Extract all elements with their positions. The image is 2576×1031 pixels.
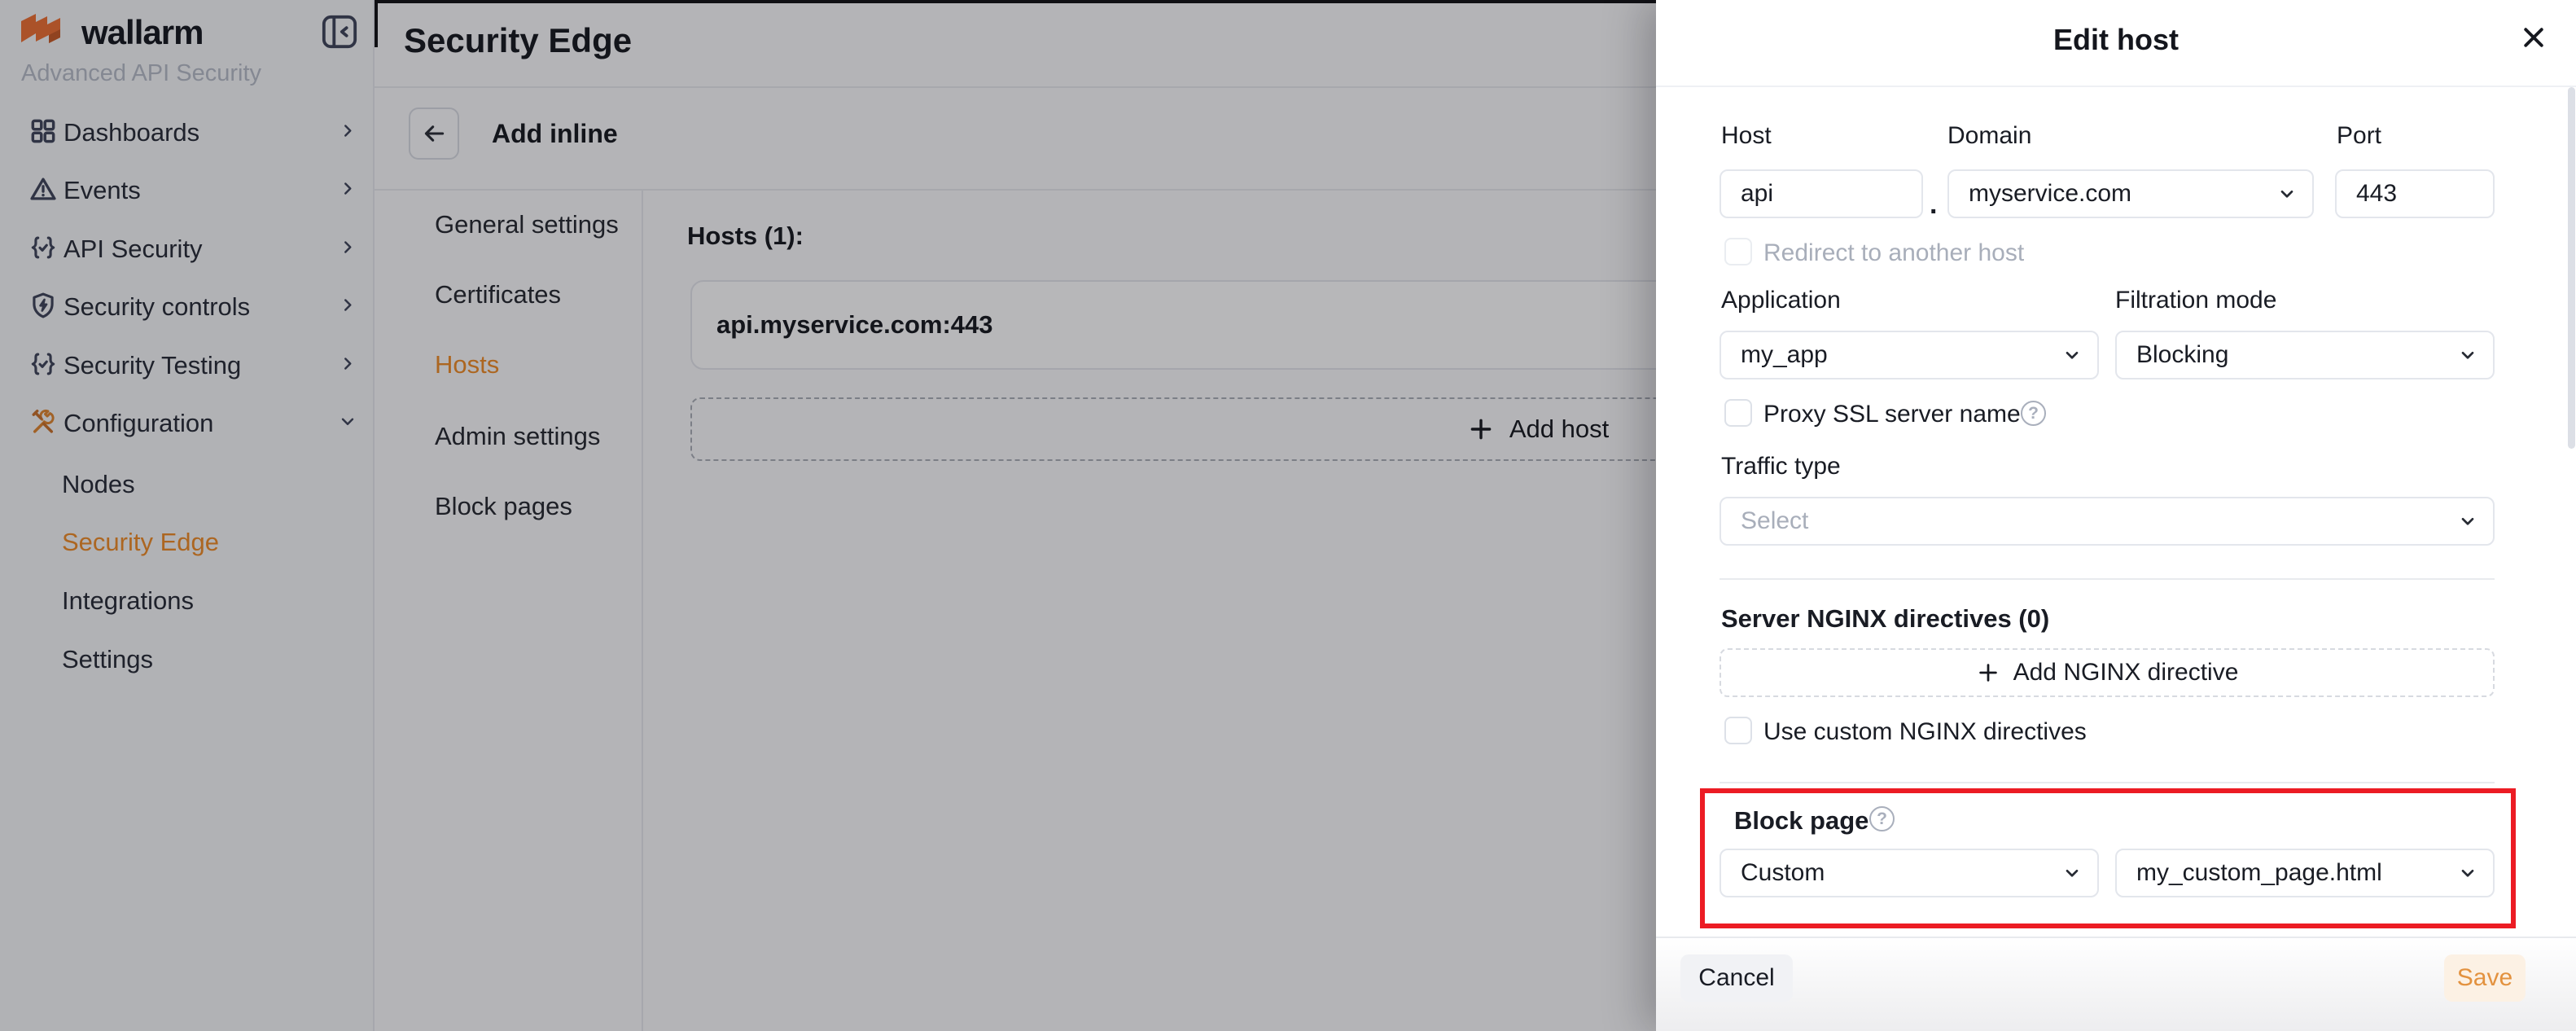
close-icon (2519, 23, 2548, 52)
block-page-file-select[interactable]: my_custom_page.html (2115, 849, 2495, 897)
domain-select[interactable]: myservice.com (1947, 169, 2314, 218)
chevron-down-icon (2276, 183, 2298, 204)
filtration-mode-value: Blocking (2136, 341, 2228, 369)
app-window: wallarm Advanced API Security Dashboards… (0, 0, 2576, 1031)
modal-footer: Cancel Save (1656, 937, 2576, 1031)
help-icon[interactable]: ? (2021, 401, 2046, 426)
add-nginx-directive-button[interactable]: Add NGINX directive (1720, 648, 2495, 697)
traffic-type-placeholder: Select (1741, 507, 1808, 535)
application-label: Application (1721, 287, 1841, 314)
block-page-type-value: Custom (1741, 859, 1825, 887)
use-custom-nginx-label: Use custom NGINX directives (1763, 718, 2087, 746)
chevron-down-icon (2061, 344, 2083, 366)
add-nginx-directive-label: Add NGINX directive (2013, 659, 2239, 687)
help-icon[interactable]: ? (1869, 806, 1895, 831)
host-value: api (1741, 180, 1773, 208)
plus-icon (1976, 660, 2000, 685)
redirect-checkbox[interactable] (1724, 238, 1752, 265)
nginx-directives-heading: Server NGINX directives (0) (1721, 604, 2049, 634)
domain-label: Domain (1947, 122, 2031, 150)
application-select[interactable]: my_app (1720, 331, 2099, 379)
cancel-label: Cancel (1698, 964, 1774, 992)
save-label: Save (2457, 964, 2512, 992)
modal-title: Edit host (1656, 23, 2576, 57)
filtration-mode-select[interactable]: Blocking (2115, 331, 2495, 379)
chevron-down-icon (2061, 862, 2083, 884)
port-label: Port (2337, 122, 2381, 150)
port-input[interactable]: 443 (2335, 169, 2495, 218)
cancel-button[interactable]: Cancel (1680, 954, 1793, 1002)
edit-host-modal: Edit host Host Domain Port api . myservi… (1656, 0, 2576, 1031)
proxy-ssl-checkbox[interactable] (1724, 399, 1752, 427)
proxy-ssl-checkbox-label: Proxy SSL server name (1763, 401, 2021, 428)
host-domain-separator: . (1930, 189, 1937, 221)
chevron-down-icon (2457, 511, 2478, 532)
chevron-down-icon (2457, 862, 2478, 884)
port-value: 443 (2356, 180, 2397, 208)
traffic-type-select[interactable]: Select (1720, 497, 2495, 546)
modal-scrollbar-thumb[interactable] (2568, 87, 2575, 449)
traffic-type-label: Traffic type (1721, 453, 1841, 480)
redirect-checkbox-label: Redirect to another host (1763, 239, 2024, 267)
divider (1656, 86, 2576, 87)
divider (1720, 578, 2495, 580)
block-page-file-value: my_custom_page.html (2136, 859, 2382, 887)
use-custom-nginx-checkbox[interactable] (1724, 717, 1752, 744)
divider (1720, 782, 2495, 783)
close-button[interactable] (2516, 20, 2552, 55)
host-label: Host (1721, 122, 1772, 150)
block-page-heading: Block page (1734, 806, 1868, 836)
save-button[interactable]: Save (2444, 954, 2526, 1002)
domain-value: myservice.com (1969, 180, 2131, 208)
host-input[interactable]: api (1720, 169, 1923, 218)
application-value: my_app (1741, 341, 1828, 369)
block-page-type-select[interactable]: Custom (1720, 849, 2099, 897)
filtration-mode-label: Filtration mode (2115, 287, 2276, 314)
chevron-down-icon (2457, 344, 2478, 366)
